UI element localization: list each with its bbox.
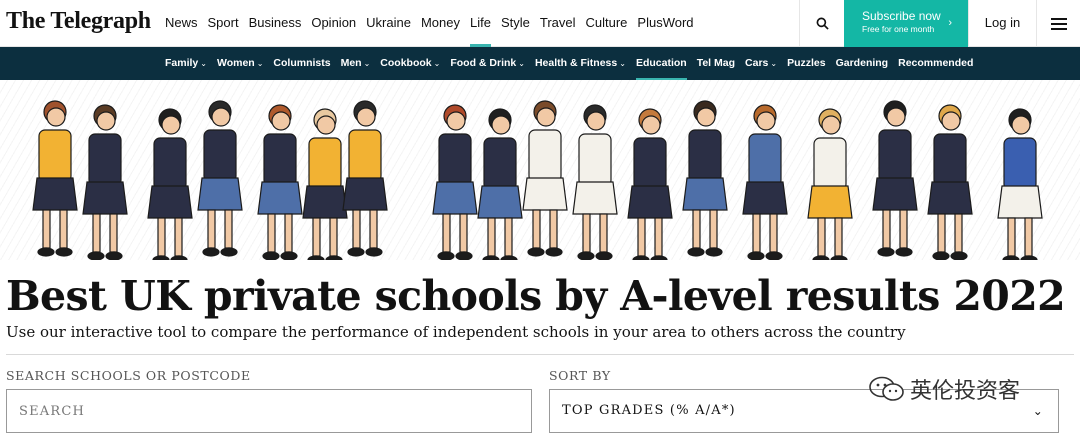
section-link-puzzles[interactable]: Puzzles	[787, 47, 826, 80]
student-figure	[807, 108, 853, 260]
student-figure	[197, 100, 243, 257]
main-nav: News Sport Business Opinion Ukraine Money Life…	[165, 0, 704, 47]
login-button[interactable]: Log in	[968, 0, 1036, 47]
chevron-down-icon: ⌄	[256, 59, 264, 68]
section-link-label: Education	[635, 57, 687, 69]
watermark-text: 英伦投资客	[910, 378, 1021, 403]
wechat-watermark: 英伦投资客	[868, 373, 1020, 405]
student-figure	[32, 100, 78, 257]
student-figure	[997, 108, 1043, 260]
student-figure	[147, 108, 193, 260]
student-figure	[432, 104, 478, 260]
nav-link-business[interactable]: Business	[249, 0, 302, 47]
section-link-label: Women	[216, 57, 255, 69]
section-link-tel-mag[interactable]: Tel Mag	[697, 47, 735, 80]
section-link-health-fitness[interactable]: Health & Fitness ⌄	[535, 47, 626, 80]
section-link-label: Family	[165, 57, 199, 69]
menu-button[interactable]	[1036, 0, 1080, 47]
nav-link-opinion[interactable]: Opinion	[311, 0, 356, 47]
divider	[6, 354, 1074, 355]
section-link-label: Food & Drink	[450, 57, 517, 69]
section-link-columnists[interactable]: Columnists	[273, 47, 330, 80]
sort-label: SORT BY	[549, 368, 611, 383]
subscribe-label: Subscribe now	[862, 9, 941, 23]
nav-link-money[interactable]: Money	[421, 0, 460, 47]
student-figure	[572, 104, 618, 260]
student-figure	[742, 104, 788, 260]
hero-illustration	[0, 80, 1080, 260]
chevron-down-icon: ⌄	[770, 59, 778, 68]
nav-link-culture[interactable]: Culture	[586, 0, 628, 47]
section-link-label: Cookbook	[380, 57, 432, 69]
section-link-label: Cars	[745, 57, 769, 69]
chevron-right-icon: ›	[948, 17, 952, 29]
search-field-box	[6, 389, 532, 433]
page-standfirst: Use our interactive tool to compare the …	[6, 323, 906, 341]
section-link-label: Columnists	[273, 57, 331, 69]
section-link-label: Tel Mag	[696, 57, 736, 69]
subscribe-sublabel: Free for one month	[862, 24, 935, 34]
nav-link-life[interactable]: Life	[469, 0, 491, 47]
chevron-down-icon: ⌄	[433, 59, 441, 68]
nav-link-plusword[interactable]: PlusWord	[637, 0, 693, 47]
section-link-family[interactable]: Family ⌄	[165, 47, 207, 80]
student-figure	[257, 104, 303, 260]
section-link-label: Gardening	[835, 57, 889, 69]
wechat-icon	[869, 376, 904, 401]
nav-link-travel[interactable]: Travel	[540, 0, 576, 47]
chevron-down-icon: ⌄	[363, 59, 371, 68]
section-link-cars[interactable]: Cars ⌄	[745, 47, 777, 80]
page-title: Best UK private schools by A-level resul…	[6, 272, 1066, 320]
section-link-men[interactable]: Men ⌄	[341, 47, 371, 80]
nav-link-ukraine[interactable]: Ukraine	[366, 0, 411, 47]
section-nav-bar: Family ⌄ Women ⌄ Columnists Men ⌄ Cookbook ⌄ Food…	[0, 47, 1080, 80]
student-figure	[342, 100, 388, 257]
school-search-input[interactable]	[19, 390, 531, 432]
section-link-education[interactable]: Education	[635, 47, 687, 80]
section-link-women[interactable]: Women ⌄	[217, 47, 263, 80]
search-icon	[816, 17, 829, 30]
sort-selected-value: TOP GRADES (% A/A*)	[562, 403, 736, 418]
search-button[interactable]	[799, 0, 844, 47]
student-figure	[927, 104, 973, 260]
section-link-food-drink[interactable]: Food & Drink ⌄	[450, 47, 525, 80]
chevron-down-icon: ⌄	[1032, 404, 1044, 418]
section-link-recommended[interactable]: Recommended	[898, 47, 973, 80]
schoolchildren-illustration	[32, 100, 1043, 260]
section-link-cookbook[interactable]: Cookbook ⌄	[380, 47, 440, 80]
hamburger-icon	[1050, 17, 1067, 30]
section-link-label: Men	[340, 57, 362, 69]
nav-link-sport[interactable]: Sport	[208, 0, 239, 47]
subscribe-button[interactable]: Subscribe now Free for one month ›	[844, 0, 968, 47]
section-link-gardening[interactable]: Gardening	[836, 47, 889, 80]
section-nav: Family ⌄ Women ⌄ Columnists Men ⌄ Cookbook ⌄ Food…	[165, 47, 983, 80]
student-figure	[682, 100, 728, 257]
student-figure	[477, 108, 523, 260]
student-figure	[627, 108, 673, 260]
top-navigation-bar: The Telegraph News Sport Business Opinion Uk…	[0, 0, 1080, 47]
chevron-down-icon: ⌄	[518, 59, 525, 68]
nav-link-style[interactable]: Style	[501, 0, 530, 47]
search-label: SEARCH SCHOOLS OR POSTCODE	[6, 368, 251, 383]
section-link-label: Recommended	[898, 57, 974, 69]
section-link-label: Puzzles	[787, 57, 826, 69]
student-figure	[302, 108, 348, 260]
telegraph-logo[interactable]: The Telegraph	[6, 8, 151, 35]
student-figure	[82, 104, 128, 260]
chevron-down-icon: ⌄	[200, 59, 207, 68]
student-figure	[522, 100, 568, 257]
section-link-label: Health & Fitness	[534, 57, 618, 69]
student-figure	[872, 100, 918, 257]
chevron-down-icon: ⌄	[619, 59, 626, 68]
nav-link-news[interactable]: News	[165, 0, 198, 47]
